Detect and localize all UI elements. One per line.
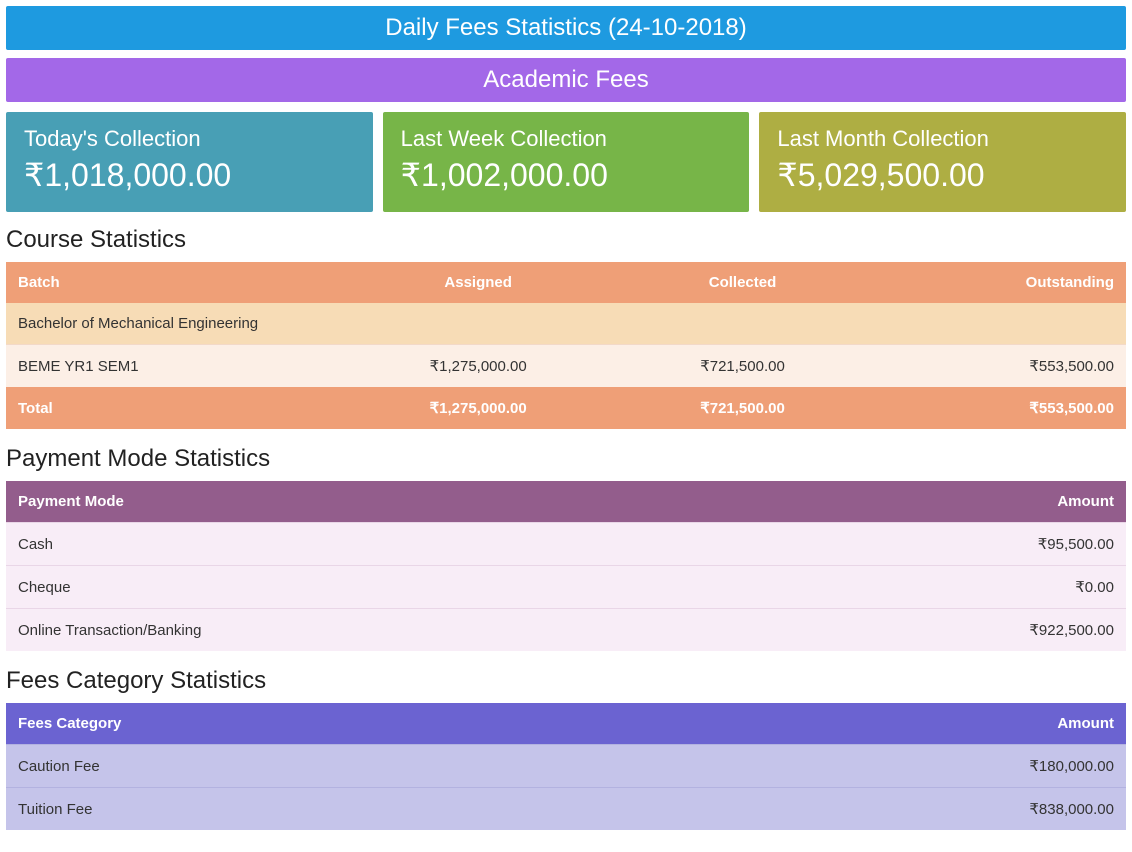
card-value: ₹1,018,000.00 (24, 156, 355, 194)
cell-outstanding: ₹553,500.00 (867, 345, 1126, 388)
cell-mode: Cash (6, 523, 741, 566)
payment-stats-table: Payment Mode Amount Cash ₹95,500.00 Cheq… (6, 481, 1126, 651)
category-stats-title: Fees Category Statistics (6, 667, 1126, 695)
card-label: Last Week Collection (401, 126, 732, 152)
payment-stats-title: Payment Mode Statistics (6, 445, 1126, 473)
page-title-banner: Daily Fees Statistics (24-10-2018) (6, 6, 1126, 50)
col-assigned: Assigned (339, 262, 618, 303)
cell-amount: ₹922,500.00 (741, 609, 1126, 652)
cell-collected: ₹721,500.00 (618, 345, 868, 388)
card-last-week-collection: Last Week Collection ₹1,002,000.00 (383, 112, 750, 212)
cell-mode: Cheque (6, 566, 741, 609)
col-mode: Payment Mode (6, 481, 741, 523)
cell-total-label: Total (6, 387, 339, 429)
card-label: Today's Collection (24, 126, 355, 152)
category-stats-table: Fees Category Amount Caution Fee ₹180,00… (6, 703, 1126, 830)
col-amount: Amount (741, 481, 1126, 523)
table-header-row: Fees Category Amount (6, 703, 1126, 745)
cell-mode: Online Transaction/Banking (6, 609, 741, 652)
cell-amount: ₹180,000.00 (610, 745, 1126, 788)
cell-total-assigned: ₹1,275,000.00 (339, 387, 618, 429)
card-label: Last Month Collection (777, 126, 1108, 152)
summary-cards: Today's Collection ₹1,018,000.00 Last We… (6, 112, 1126, 212)
course-group-row: Bachelor of Mechanical Engineering (6, 303, 1126, 345)
col-category: Fees Category (6, 703, 610, 745)
table-row: Caution Fee ₹180,000.00 (6, 745, 1126, 788)
page-title: Daily Fees Statistics (24-10-2018) (385, 14, 746, 41)
col-outstanding: Outstanding (867, 262, 1126, 303)
cell-total-collected: ₹721,500.00 (618, 387, 868, 429)
cell-category: Caution Fee (6, 745, 610, 788)
card-value: ₹1,002,000.00 (401, 156, 732, 194)
cell-category: Tuition Fee (6, 788, 610, 831)
cell-amount: ₹838,000.00 (610, 788, 1126, 831)
section-banner-label: Academic Fees (483, 66, 648, 93)
course-stats-table: Batch Assigned Collected Outstanding Bac… (6, 262, 1126, 429)
table-row: BEME YR1 SEM1 ₹1,275,000.00 ₹721,500.00 … (6, 345, 1126, 388)
table-header-row: Payment Mode Amount (6, 481, 1126, 523)
table-row: Online Transaction/Banking ₹922,500.00 (6, 609, 1126, 652)
col-amount: Amount (610, 703, 1126, 745)
col-batch: Batch (6, 262, 339, 303)
card-last-month-collection: Last Month Collection ₹5,029,500.00 (759, 112, 1126, 212)
cell-batch: BEME YR1 SEM1 (6, 345, 339, 388)
table-header-row: Batch Assigned Collected Outstanding (6, 262, 1126, 303)
section-banner: Academic Fees (6, 58, 1126, 102)
col-collected: Collected (618, 262, 868, 303)
cell-total-outstanding: ₹553,500.00 (867, 387, 1126, 429)
table-row: Cheque ₹0.00 (6, 566, 1126, 609)
course-stats-title: Course Statistics (6, 226, 1126, 254)
course-total-row: Total ₹1,275,000.00 ₹721,500.00 ₹553,500… (6, 387, 1126, 429)
course-group-name: Bachelor of Mechanical Engineering (6, 303, 1126, 345)
card-today-collection: Today's Collection ₹1,018,000.00 (6, 112, 373, 212)
cell-amount: ₹0.00 (741, 566, 1126, 609)
table-row: Tuition Fee ₹838,000.00 (6, 788, 1126, 831)
cell-amount: ₹95,500.00 (741, 523, 1126, 566)
card-value: ₹5,029,500.00 (777, 156, 1108, 194)
table-row: Cash ₹95,500.00 (6, 523, 1126, 566)
cell-assigned: ₹1,275,000.00 (339, 345, 618, 388)
